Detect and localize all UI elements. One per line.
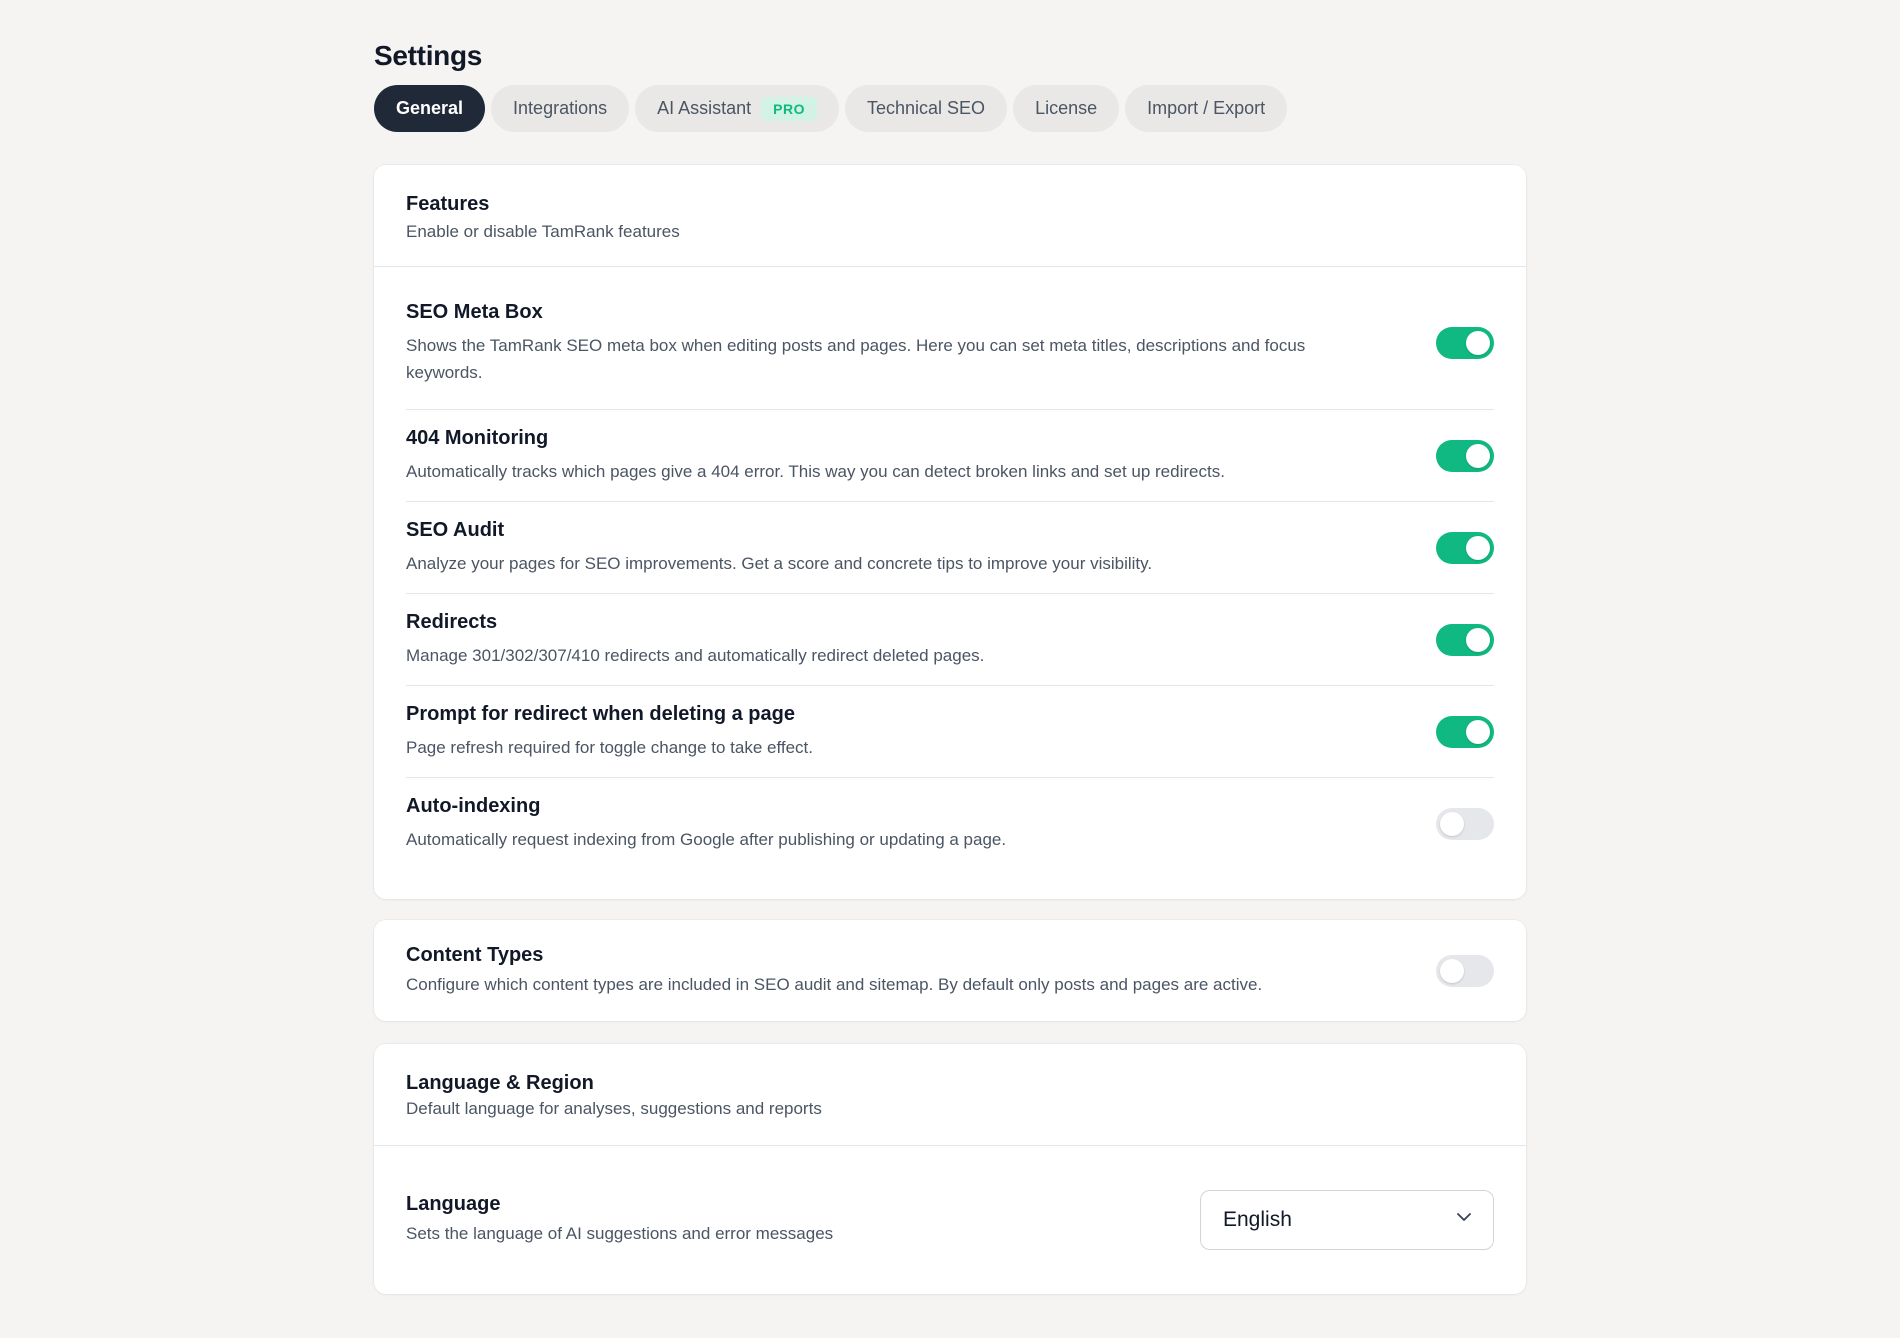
toggle-knob [1466, 535, 1490, 560]
feature-description: Automatically tracks which pages give a … [406, 461, 1225, 481]
language-region-header: Language & Region Default language for a… [374, 1044, 1526, 1146]
tab-integrations[interactable]: Integrations [491, 85, 630, 132]
feature-text: SEO Audit Analyze your pages for SEO imp… [406, 519, 1152, 577]
feature-text: Redirects Manage 301/302/307/410 redirec… [406, 611, 984, 669]
tab-label: Technical SEO [867, 98, 986, 118]
language-description: Sets the language of AI suggestions and … [406, 1223, 834, 1243]
features-subtitle: Enable or disable TamRank features [406, 222, 680, 241]
feature-title: Auto-indexing [406, 795, 541, 817]
chevron-down-icon [1455, 1208, 1473, 1232]
tab-technical-seo[interactable]: Technical SEO [845, 85, 1008, 132]
tab-label: General [396, 98, 464, 118]
feature-row-redirect-prompt: Prompt for redirect when deleting a page… [406, 686, 1494, 778]
language-region-card: Language & Region Default language for a… [374, 1044, 1526, 1294]
language-region-body: Language Sets the language of AI suggest… [374, 1146, 1526, 1293]
tab-label: License [1035, 98, 1098, 118]
content-types-text: Content Types Configure which content ty… [406, 944, 1262, 998]
feature-title: 404 Monitoring [406, 426, 549, 449]
tab-label: Integrations [513, 98, 608, 118]
redirect-prompt-toggle[interactable] [1436, 715, 1494, 748]
language-region-subtitle: Default language for analyses, suggestio… [406, 1099, 822, 1118]
toggle-knob [1466, 719, 1490, 744]
language-select[interactable]: English [1200, 1189, 1494, 1250]
content-types-row: Content Types Configure which content ty… [406, 920, 1494, 1021]
settings-page: Settings General Integrations AI Assista… [0, 0, 1900, 1338]
tab-general[interactable]: General [374, 85, 486, 132]
feature-description: Shows the TamRank SEO meta box when edit… [406, 335, 1306, 382]
feature-text: 404 Monitoring Automatically tracks whic… [406, 427, 1225, 485]
toggle-knob [1440, 812, 1464, 836]
tab-ai-assistant[interactable]: AI Assistant PRO [635, 85, 839, 132]
feature-description: Manage 301/302/307/410 redirects and aut… [406, 645, 985, 665]
redirects-toggle[interactable] [1436, 623, 1494, 656]
auto-indexing-toggle[interactable] [1436, 808, 1494, 840]
feature-description: Page refresh required for toggle change … [406, 737, 814, 757]
feature-row-auto-indexing: Auto-indexing Automatically request inde… [406, 778, 1494, 870]
language-row: Language Sets the language of AI suggest… [406, 1146, 1494, 1293]
toggle-knob [1466, 627, 1490, 652]
tab-label: Import / Export [1147, 98, 1266, 118]
language-selected-value: English [1223, 1207, 1292, 1231]
404-monitoring-toggle[interactable] [1436, 439, 1494, 472]
toggle-knob [1466, 331, 1490, 355]
content-types-title: Content Types [406, 943, 544, 966]
features-list: SEO Meta Box Shows the TamRank SEO meta … [374, 267, 1526, 870]
feature-text: SEO Meta Box Shows the TamRank SEO meta … [406, 301, 1386, 386]
feature-description: Automatically request indexing from Goog… [406, 830, 1007, 849]
pro-badge: PRO [761, 96, 817, 121]
features-card: Features Enable or disable TamRank featu… [374, 165, 1526, 899]
language-title: Language [406, 1192, 501, 1215]
language-text: Language Sets the language of AI suggest… [406, 1193, 833, 1247]
feature-row-seo-meta-box: SEO Meta Box Shows the TamRank SEO meta … [406, 277, 1494, 410]
tab-import-export[interactable]: Import / Export [1125, 85, 1288, 132]
content-types-card: Content Types Configure which content ty… [374, 920, 1526, 1021]
page-title: Settings [374, 40, 483, 71]
tab-label: AI Assistant [657, 98, 752, 118]
features-header: Features Enable or disable TamRank featu… [374, 165, 1526, 267]
feature-title: Prompt for redirect when deleting a page [406, 702, 795, 725]
settings-tabs: General Integrations AI Assistant PRO Te… [374, 85, 1288, 132]
feature-row-seo-audit: SEO Audit Analyze your pages for SEO imp… [406, 502, 1494, 594]
seo-audit-toggle[interactable] [1436, 531, 1494, 564]
feature-title: SEO Meta Box [406, 300, 543, 323]
tab-license[interactable]: License [1013, 85, 1120, 132]
content-types-body: Content Types Configure which content ty… [374, 920, 1526, 1021]
toggle-knob [1466, 443, 1490, 468]
toggle-knob [1440, 958, 1464, 983]
language-region-title: Language & Region [406, 1072, 594, 1094]
features-title: Features [406, 193, 490, 215]
feature-title: SEO Audit [406, 518, 505, 541]
content-types-toggle[interactable] [1436, 954, 1494, 987]
feature-text: Prompt for redirect when deleting a page… [406, 703, 813, 761]
feature-row-404-monitoring: 404 Monitoring Automatically tracks whic… [406, 410, 1494, 502]
content-types-description: Configure which content types are includ… [406, 974, 1263, 994]
feature-title: Redirects [406, 610, 498, 633]
feature-text: Auto-indexing Automatically request inde… [406, 795, 1006, 853]
feature-description: Analyze your pages for SEO improvements.… [406, 553, 1153, 573]
feature-row-redirects: Redirects Manage 301/302/307/410 redirec… [406, 594, 1494, 686]
seo-meta-box-toggle[interactable] [1436, 327, 1494, 359]
